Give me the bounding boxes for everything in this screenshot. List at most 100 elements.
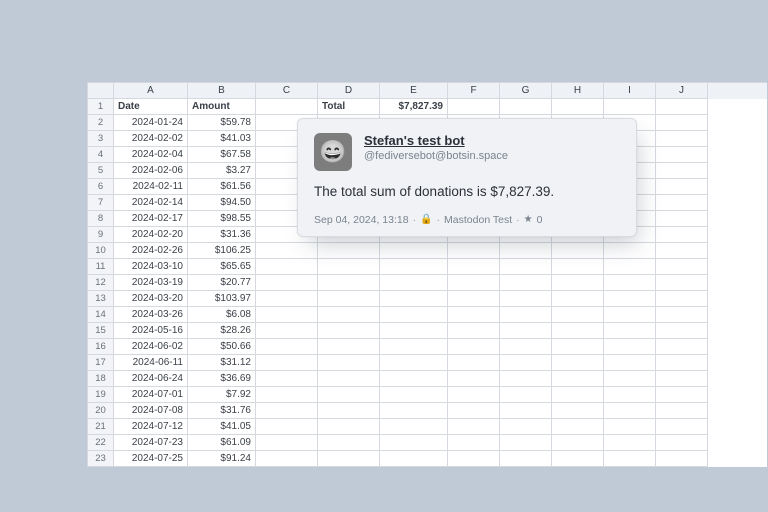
cell[interactable] [256, 339, 318, 355]
cell[interactable] [318, 371, 380, 387]
cell[interactable] [552, 99, 604, 115]
cell-date[interactable]: 2024-07-01 [114, 387, 188, 403]
row-header[interactable]: 13 [88, 291, 114, 307]
row-header[interactable]: 16 [88, 339, 114, 355]
star-icon[interactable]: ★ [524, 214, 533, 225]
cell[interactable] [500, 371, 552, 387]
row-header[interactable]: 17 [88, 355, 114, 371]
cell-amount[interactable]: $36.69 [188, 371, 256, 387]
cell[interactable] [256, 387, 318, 403]
cell-D1[interactable]: Total [318, 99, 380, 115]
cell-amount[interactable]: $65.65 [188, 259, 256, 275]
cell[interactable] [552, 323, 604, 339]
cell-amount[interactable]: $3.27 [188, 163, 256, 179]
cell[interactable] [448, 371, 500, 387]
cell[interactable] [552, 435, 604, 451]
col-header-A[interactable]: A [114, 83, 188, 99]
cell-date[interactable]: 2024-06-24 [114, 371, 188, 387]
cell[interactable] [318, 419, 380, 435]
row-header[interactable]: 22 [88, 435, 114, 451]
cell[interactable] [380, 371, 448, 387]
cell[interactable] [380, 339, 448, 355]
cell[interactable] [656, 227, 708, 243]
cell-amount[interactable]: $94.50 [188, 195, 256, 211]
col-header-F[interactable]: F [448, 83, 500, 99]
cell[interactable] [500, 403, 552, 419]
cell-date[interactable]: 2024-05-16 [114, 323, 188, 339]
cell-date[interactable]: 2024-02-02 [114, 131, 188, 147]
cell[interactable] [552, 355, 604, 371]
col-header-B[interactable]: B [188, 83, 256, 99]
cell[interactable] [656, 179, 708, 195]
cell[interactable] [318, 243, 380, 259]
cell[interactable] [656, 435, 708, 451]
row-header[interactable]: 20 [88, 403, 114, 419]
cell-date[interactable]: 2024-02-26 [114, 243, 188, 259]
cell[interactable] [656, 307, 708, 323]
cell[interactable] [500, 259, 552, 275]
cell[interactable] [656, 403, 708, 419]
cell[interactable] [256, 243, 318, 259]
cell[interactable] [380, 259, 448, 275]
cell[interactable] [318, 403, 380, 419]
cell-date[interactable]: 2024-02-17 [114, 211, 188, 227]
row-header[interactable]: 8 [88, 211, 114, 227]
cell-date[interactable]: 2024-03-26 [114, 307, 188, 323]
cell[interactable] [604, 275, 656, 291]
post-author-name[interactable]: Stefan's test bot [364, 133, 508, 148]
cell[interactable] [604, 355, 656, 371]
col-header-J[interactable]: J [656, 83, 708, 99]
cell[interactable] [656, 275, 708, 291]
cell[interactable] [380, 307, 448, 323]
cell-date[interactable]: 2024-02-20 [114, 227, 188, 243]
cell[interactable] [656, 291, 708, 307]
cell[interactable] [256, 355, 318, 371]
cell-amount[interactable]: $7.92 [188, 387, 256, 403]
cell[interactable] [256, 275, 318, 291]
cell-amount[interactable]: $50.66 [188, 339, 256, 355]
cell[interactable] [656, 211, 708, 227]
cell[interactable] [256, 323, 318, 339]
cell-E1[interactable]: $7,827.39 [380, 99, 448, 115]
row-header[interactable]: 2 [88, 115, 114, 131]
cell[interactable] [656, 147, 708, 163]
cell-date[interactable]: 2024-07-12 [114, 419, 188, 435]
cell[interactable] [656, 355, 708, 371]
cell[interactable] [318, 291, 380, 307]
cell[interactable] [604, 371, 656, 387]
col-header-G[interactable]: G [500, 83, 552, 99]
cell-amount[interactable]: $67.58 [188, 147, 256, 163]
cell[interactable] [604, 291, 656, 307]
cell[interactable] [656, 115, 708, 131]
post-author-handle[interactable]: @fediversebot@botsin.space [364, 150, 508, 162]
cell[interactable] [656, 323, 708, 339]
cell[interactable] [448, 291, 500, 307]
cell[interactable] [552, 291, 604, 307]
cell[interactable] [552, 275, 604, 291]
cell[interactable] [256, 291, 318, 307]
cell[interactable] [500, 355, 552, 371]
cell[interactable] [256, 403, 318, 419]
avatar[interactable]: 😄 [314, 133, 352, 171]
cell[interactable] [552, 387, 604, 403]
cell-date[interactable]: 2024-06-02 [114, 339, 188, 355]
cell-amount[interactable]: $91.24 [188, 451, 256, 467]
cell[interactable] [448, 275, 500, 291]
cell[interactable] [604, 387, 656, 403]
cell[interactable] [256, 259, 318, 275]
cell-date[interactable]: 2024-03-19 [114, 275, 188, 291]
cell-amount[interactable]: $61.09 [188, 435, 256, 451]
row-header[interactable]: 3 [88, 131, 114, 147]
cell[interactable] [256, 307, 318, 323]
cell[interactable] [380, 387, 448, 403]
row-header[interactable]: 14 [88, 307, 114, 323]
cell[interactable] [656, 259, 708, 275]
row-header[interactable]: 19 [88, 387, 114, 403]
cell-date[interactable]: 2024-03-10 [114, 259, 188, 275]
cell-amount[interactable]: $59.78 [188, 115, 256, 131]
cell[interactable] [604, 419, 656, 435]
cell-amount[interactable]: $20.77 [188, 275, 256, 291]
cell[interactable] [256, 435, 318, 451]
cell[interactable] [448, 451, 500, 467]
cell-amount[interactable]: $98.55 [188, 211, 256, 227]
